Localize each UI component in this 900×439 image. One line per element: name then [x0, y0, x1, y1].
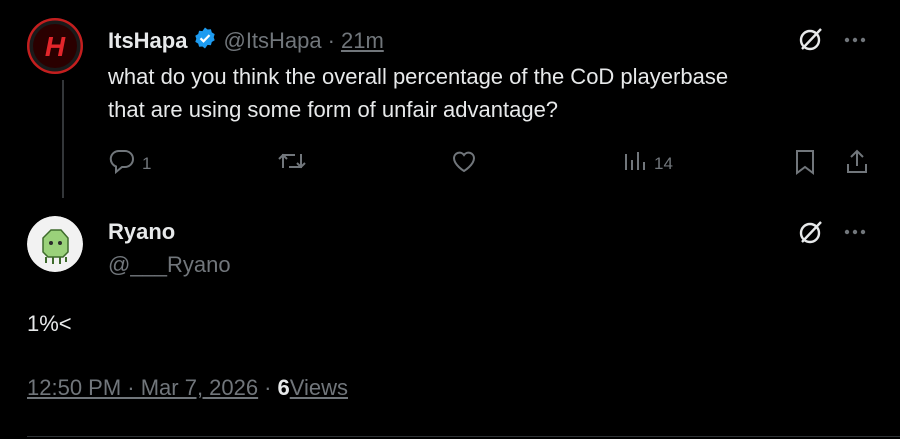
parent-tweet-header: ItsHapa @ItsHapa · 21m	[108, 26, 384, 55]
more-icon[interactable]	[843, 30, 867, 55]
reply-views-label[interactable]: Views	[290, 375, 348, 401]
views-button[interactable]: 14	[622, 148, 673, 179]
share-icon	[844, 148, 870, 181]
reply-handle[interactable]: @___Ryano	[108, 252, 231, 278]
verified-badge-icon	[193, 26, 217, 55]
reply-author-name[interactable]: Ryano	[108, 219, 175, 245]
parent-tweet-text: what do you think the overall percentage…	[108, 60, 868, 126]
retweet-icon	[276, 148, 308, 179]
retweet-button[interactable]	[276, 148, 308, 179]
parent-text-line-1: what do you think the overall percentage…	[108, 64, 729, 89]
divider	[27, 436, 900, 437]
itshapa-avatar[interactable]: H	[27, 18, 83, 74]
parent-time[interactable]: 21m	[341, 28, 384, 54]
bookmark-button[interactable]	[792, 148, 818, 181]
bookmark-icon	[792, 148, 818, 181]
grok-icon[interactable]	[797, 25, 825, 58]
parent-handle[interactable]: @ItsHapa	[223, 28, 321, 54]
metadata-separator: ·	[264, 375, 272, 400]
like-button[interactable]	[450, 148, 478, 179]
reply-count: 1	[142, 153, 152, 173]
reply-metadata: 12:50 PM · Mar 7, 2026 · 6 Views	[27, 375, 348, 401]
parent-author-name[interactable]: ItsHapa	[108, 28, 187, 54]
grok-icon[interactable]	[797, 218, 825, 251]
share-button[interactable]	[844, 148, 870, 181]
parent-text-line-2: that are using some form of unfair advan…	[108, 97, 559, 122]
header-separator: ·	[327, 27, 335, 53]
reply-button[interactable]: 1	[108, 148, 151, 179]
like-icon	[450, 148, 478, 179]
more-icon[interactable]	[843, 222, 867, 247]
thread-connector	[62, 80, 64, 198]
reply-timestamp[interactable]: 12:50 PM · Mar 7, 2026	[27, 375, 258, 401]
reply-icon	[108, 148, 136, 179]
reply-tweet-text: 1%<	[27, 311, 72, 336]
svg-text:H: H	[45, 31, 66, 62]
reply-views-number: 6	[277, 375, 290, 400]
ryano-avatar[interactable]	[27, 216, 83, 272]
views-count: 14	[654, 153, 673, 173]
views-icon	[622, 148, 648, 179]
